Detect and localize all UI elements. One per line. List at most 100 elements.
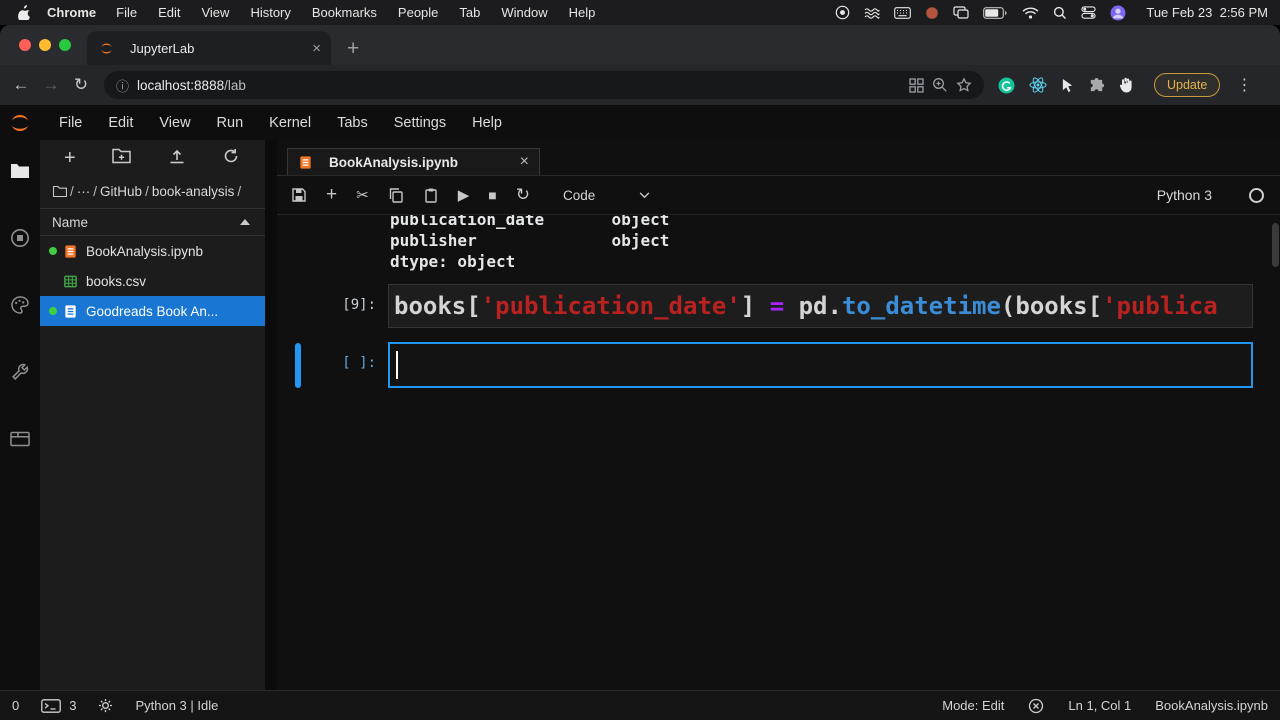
waves-icon[interactable]	[864, 7, 880, 19]
reload-button[interactable]: ↻	[70, 75, 92, 95]
file-list-header[interactable]: Name	[40, 208, 265, 236]
bookmark-star-icon[interactable]	[956, 77, 972, 93]
selector-extension-icon[interactable]	[1061, 78, 1074, 93]
wave-extension-icon[interactable]	[1119, 77, 1134, 93]
jupyter-menu-edit[interactable]: Edit	[95, 115, 146, 131]
cut-cells-button[interactable]: ✂	[356, 186, 369, 204]
window-zoom-button[interactable]	[59, 39, 71, 51]
refresh-button[interactable]	[223, 148, 239, 169]
screenshot-grid-icon[interactable]	[909, 78, 924, 93]
tab-close-icon[interactable]: ×	[312, 41, 321, 56]
new-launcher-button[interactable]: +	[64, 148, 76, 168]
macos-menu-bookmarks[interactable]: Bookmarks	[312, 5, 377, 20]
kernel-sessions-icon[interactable]	[98, 698, 113, 713]
macos-menu-tab[interactable]: Tab	[459, 5, 480, 20]
property-inspector-icon[interactable]	[8, 361, 32, 383]
jupyter-menu-settings[interactable]: Settings	[381, 115, 459, 131]
command-palette-icon[interactable]	[8, 294, 32, 316]
macos-menu-help[interactable]: Help	[569, 5, 596, 20]
add-cell-button[interactable]: +	[326, 184, 337, 206]
file-item[interactable]: Goodreads Book An...	[40, 296, 265, 326]
jupyter-menu-help[interactable]: Help	[459, 115, 515, 131]
kernel-status[interactable]: Python 3 | Idle	[135, 698, 218, 713]
chevron-down-icon	[639, 192, 650, 199]
kernel-idle-indicator[interactable]	[1249, 188, 1264, 203]
wifi-icon[interactable]	[1022, 7, 1039, 19]
running-sessions-icon[interactable]	[8, 227, 32, 249]
notebook-mode[interactable]: Mode: Edit	[942, 698, 1004, 713]
jupyter-menu-tabs[interactable]: Tabs	[324, 115, 381, 131]
stop-button[interactable]: ■	[488, 187, 496, 203]
editor-tab[interactable]: BookAnalysis.ipynb ×	[287, 148, 540, 175]
kernel-name-button[interactable]: Python 3	[1157, 187, 1212, 203]
copy-cells-button[interactable]	[388, 187, 404, 203]
notebook-file-icon	[298, 155, 313, 170]
notifications-count[interactable]: 0	[12, 698, 19, 713]
jupyter-favicon	[99, 41, 114, 56]
zoom-icon[interactable]	[932, 77, 948, 93]
grammarly-extension-icon[interactable]	[998, 77, 1015, 94]
file-browser-icon[interactable]	[8, 160, 32, 182]
run-button[interactable]: ▶	[458, 186, 470, 204]
open-tabs-icon[interactable]	[8, 428, 32, 450]
apple-menu-icon[interactable]	[18, 5, 31, 20]
status-dot-icon[interactable]	[925, 6, 939, 20]
save-button[interactable]	[291, 187, 307, 203]
macos-menu-window[interactable]: Window	[501, 5, 547, 20]
modified-dot-icon	[49, 307, 57, 315]
new-tab-button[interactable]: +	[347, 38, 359, 59]
browser-tab[interactable]: JupyterLab ×	[87, 31, 331, 65]
macos-menu-view[interactable]: View	[201, 5, 229, 20]
extensions-puzzle-icon[interactable]	[1088, 77, 1105, 94]
macos-menu-edit[interactable]: Edit	[158, 5, 180, 20]
control-center-icon[interactable]	[1081, 5, 1096, 20]
update-button[interactable]: Update	[1154, 73, 1220, 97]
restart-kernel-button[interactable]: ↻	[516, 185, 530, 205]
upload-button[interactable]	[168, 148, 186, 169]
menubar-clock[interactable]: Tue Feb 23 2:56 PM	[1146, 5, 1268, 20]
terminal-count[interactable]: 3	[69, 698, 76, 713]
display-mirroring-icon[interactable]	[953, 6, 969, 19]
battery-icon[interactable]	[983, 7, 1008, 19]
file-item[interactable]: BookAnalysis.ipynb	[40, 236, 265, 266]
breadcrumb-item[interactable]: ···	[77, 184, 91, 199]
keyboard-icon[interactable]	[894, 7, 911, 19]
new-folder-button[interactable]	[112, 148, 131, 169]
profile-icon[interactable]	[1110, 5, 1126, 21]
editor-tab-close-icon[interactable]: ×	[520, 153, 529, 171]
cell-type-dropdown[interactable]: Code	[563, 188, 650, 203]
react-devtools-extension-icon[interactable]	[1029, 77, 1047, 93]
panel-splitter[interactable]	[265, 140, 277, 690]
scrollbar-thumb[interactable]	[1272, 223, 1279, 267]
cursor-position[interactable]: Ln 1, Col 1	[1068, 698, 1131, 713]
code-cell-editor[interactable]: books['publication_date'] = pd.to_dateti…	[388, 284, 1253, 328]
address-bar[interactable]: ⓘ localhost:8888/lab	[104, 71, 984, 99]
status-active-file[interactable]: BookAnalysis.ipynb	[1155, 698, 1268, 713]
jupyter-menu-view[interactable]: View	[146, 115, 203, 131]
jupyter-menu-kernel[interactable]: Kernel	[256, 115, 324, 131]
spotlight-search-icon[interactable]	[1053, 6, 1067, 20]
code-token: 'publication_date'	[481, 292, 741, 320]
file-item[interactable]: books.csv	[40, 266, 265, 296]
paste-cells-button[interactable]	[423, 187, 439, 203]
site-info-icon[interactable]: ⓘ	[116, 76, 129, 95]
circle-x-icon[interactable]	[1028, 698, 1044, 714]
back-button[interactable]: ←	[10, 75, 32, 95]
dock-tab-bar: BookAnalysis.ipynb ×	[277, 148, 1280, 176]
window-close-button[interactable]	[19, 39, 31, 51]
name-column-header[interactable]: Name	[52, 215, 88, 230]
macos-menu-people[interactable]: People	[398, 5, 438, 20]
terminal-icon[interactable]	[41, 699, 61, 713]
empty-cell-editor[interactable]	[388, 342, 1253, 388]
window-minimize-button[interactable]	[39, 39, 51, 51]
browser-menu-icon[interactable]: ⋮	[1236, 75, 1252, 95]
macos-menu-history[interactable]: History	[250, 5, 290, 20]
jupyter-menu-run[interactable]: Run	[204, 115, 257, 131]
forward-button[interactable]: →	[40, 75, 62, 95]
jupyter-menu-file[interactable]: File	[46, 115, 95, 131]
breadcrumb-item[interactable]: book-analysis	[152, 184, 235, 199]
macos-menu-file[interactable]: File	[116, 5, 137, 20]
breadcrumb-item[interactable]: GitHub	[100, 184, 142, 199]
macos-app-name[interactable]: Chrome	[47, 5, 96, 20]
screen-record-icon[interactable]	[835, 5, 850, 20]
